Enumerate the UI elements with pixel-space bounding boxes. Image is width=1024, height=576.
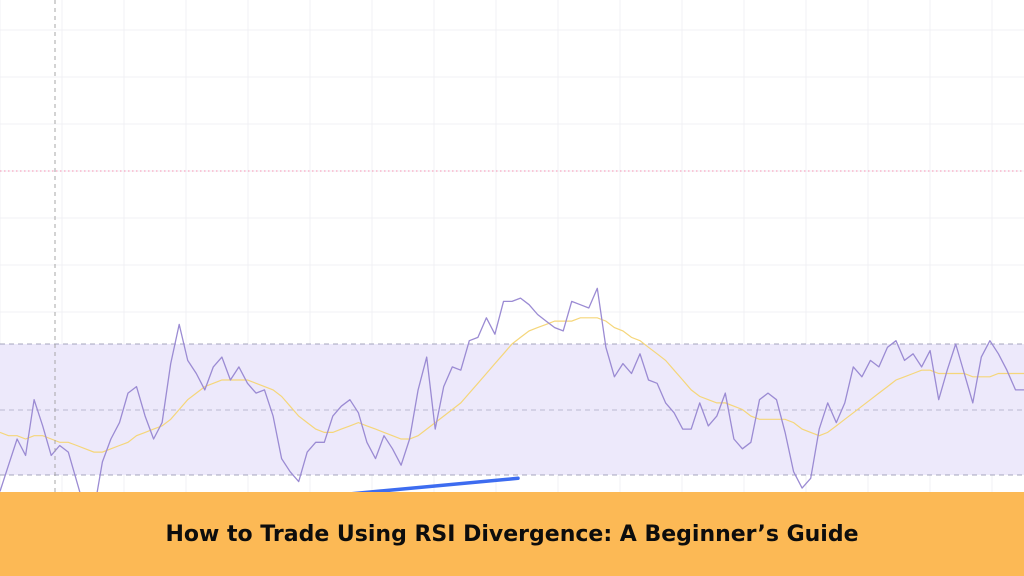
banner-title: How to Trade Using RSI Divergence: A Beg… <box>165 521 859 547</box>
rsi-overbought-oversold-band <box>0 344 1024 475</box>
rsi-divergence-line <box>351 476 520 492</box>
title-banner: How to Trade Using RSI Divergence: A Beg… <box>0 492 1024 576</box>
chart-area[interactable] <box>0 0 1024 492</box>
chart-svg[interactable] <box>0 0 1024 492</box>
